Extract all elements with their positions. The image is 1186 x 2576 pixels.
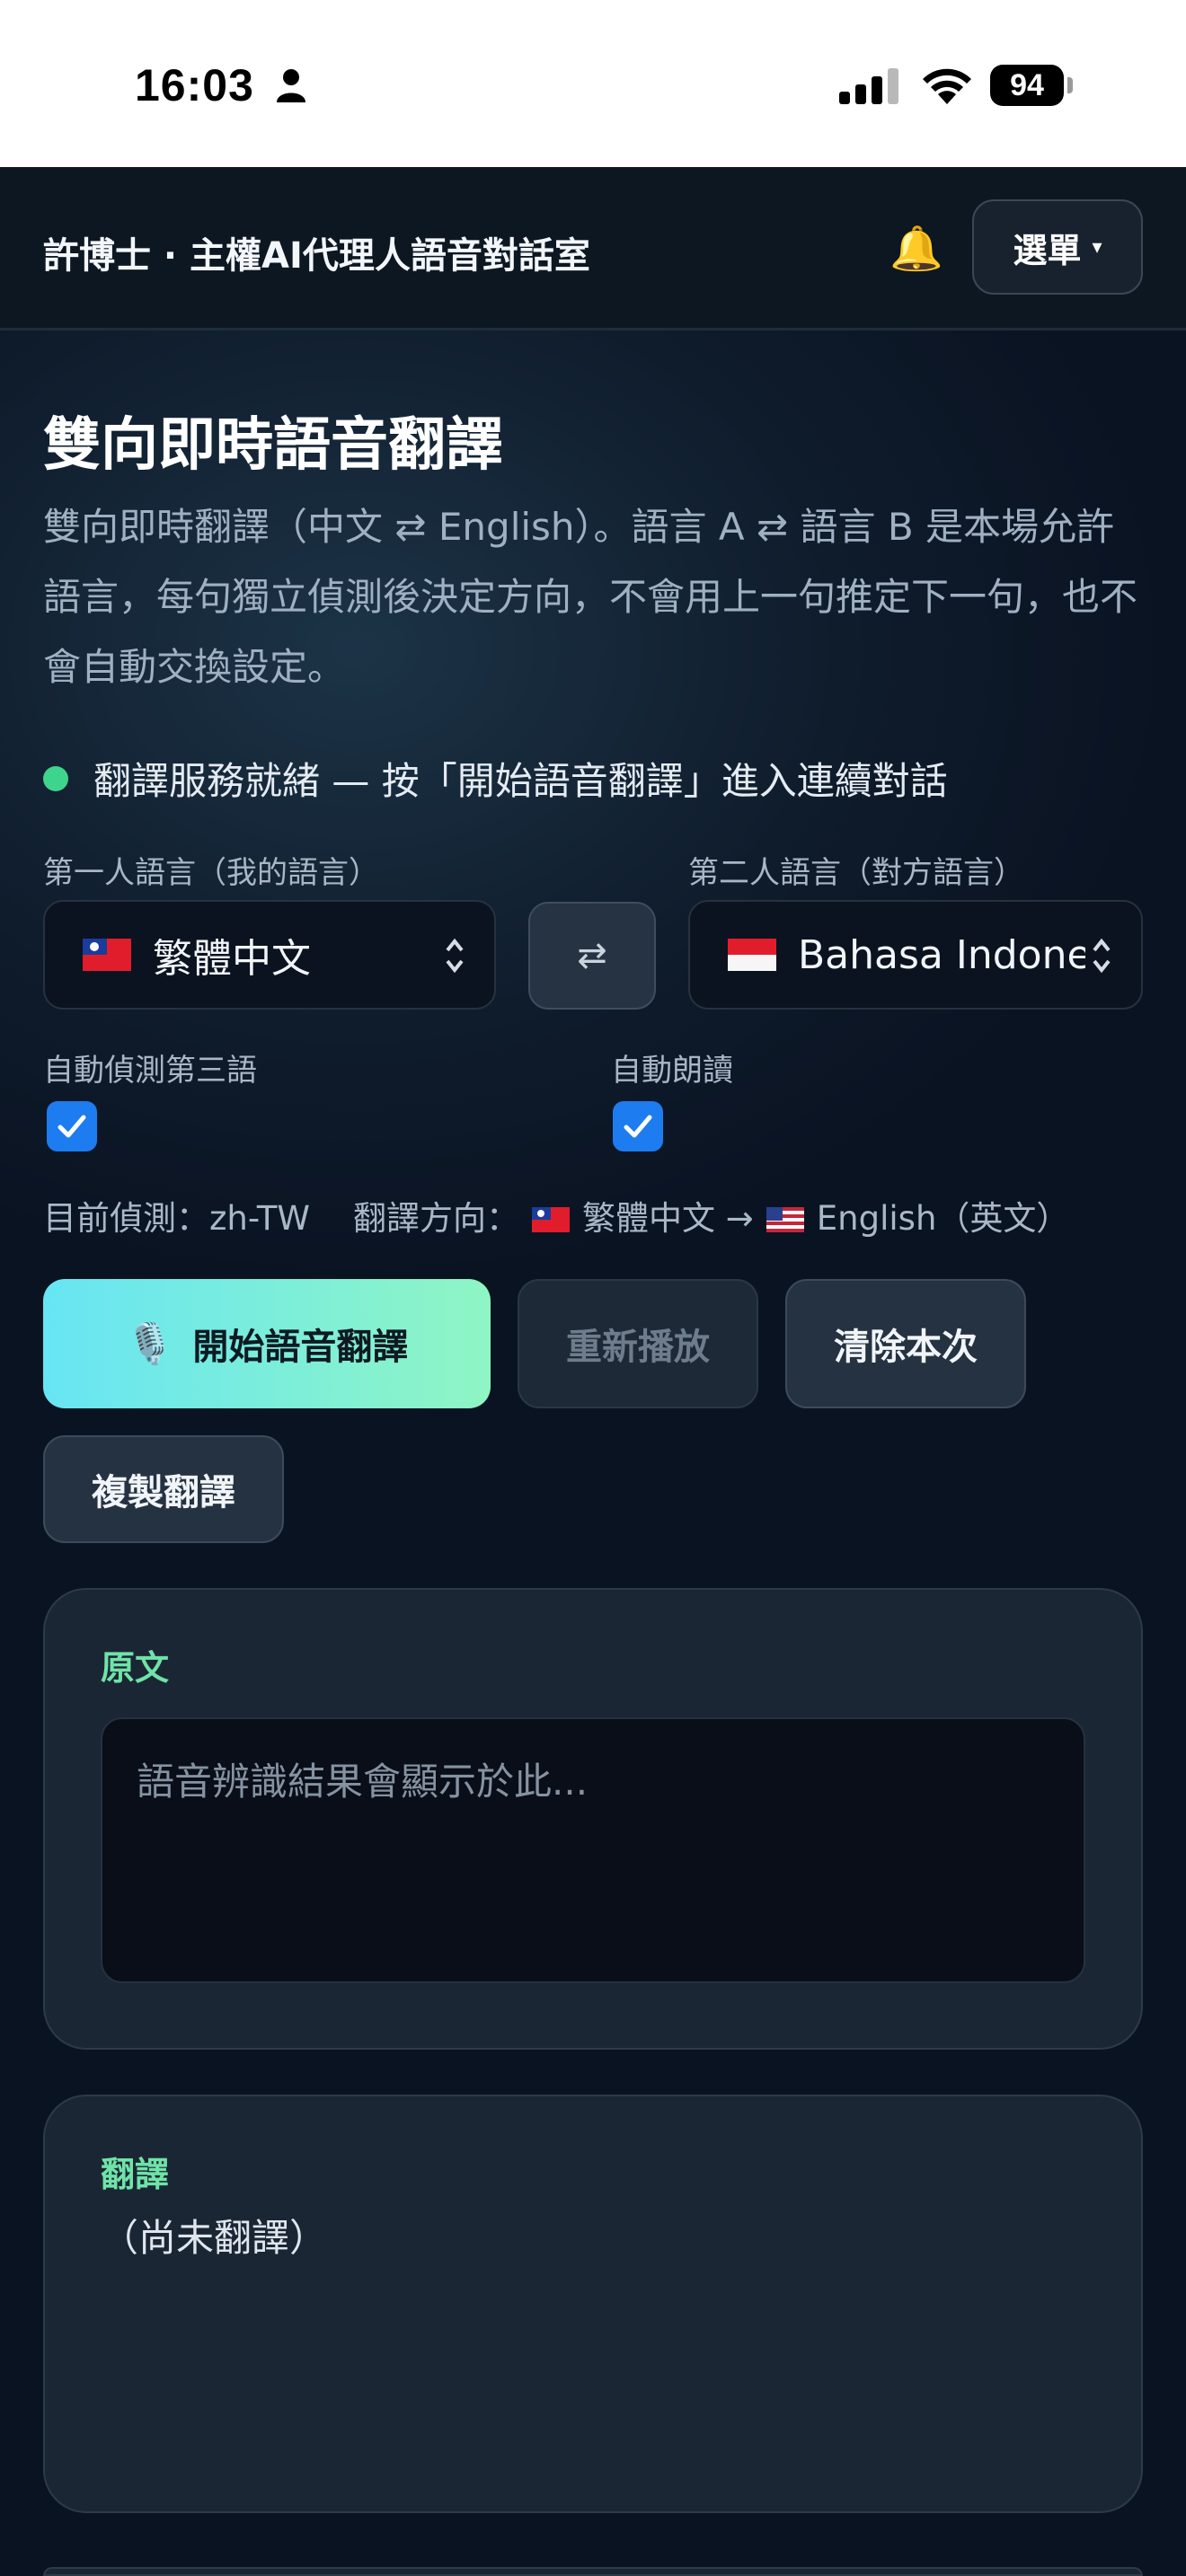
second-language-label: 第二人語言（對方語言） xyxy=(688,855,1024,891)
select-arrows-icon xyxy=(444,936,465,980)
auto-read-label: 自動朗讀 xyxy=(611,1053,733,1089)
source-card-label: 原文 xyxy=(101,1648,170,1688)
copy-translation-button[interactable]: 複製翻譯 xyxy=(43,1435,284,1543)
current-detection-value: zh-TW xyxy=(209,1199,311,1238)
direction-prefix: 翻譯方向： xyxy=(353,1199,520,1238)
next-card-partial xyxy=(43,2567,1143,2576)
cellular-signal-icon xyxy=(839,68,898,104)
clear-session-button[interactable]: 清除本次 xyxy=(785,1279,1026,1408)
caret-down-icon: ▾ xyxy=(1092,235,1102,259)
second-language-select[interactable]: Bahasa Indonesia xyxy=(688,900,1143,1010)
first-language-select[interactable]: 繁體中文 xyxy=(43,900,496,1010)
service-status-text: 翻譯服務就緒 — 按「開始語音翻譯」進入連續對話 xyxy=(93,759,948,803)
source-text-card: 原文 語音辨識結果會顯示於此... xyxy=(43,1588,1143,2050)
taiwan-flag-icon xyxy=(83,939,131,971)
translation-card: 翻譯 （尚未翻譯） xyxy=(43,2095,1143,2513)
app-header: 許博士 · 主權AI代理人語音對話室 🔔 選單 ▾ xyxy=(0,167,1186,331)
person-icon xyxy=(277,69,305,102)
translation-card-label: 翻譯 xyxy=(101,2155,170,2194)
indonesia-flag-icon xyxy=(728,939,776,971)
battery-tip xyxy=(1067,77,1073,93)
select-arrows-icon xyxy=(1091,936,1112,980)
clock: 16:03 xyxy=(135,60,254,110)
menu-button-label: 選單 xyxy=(1013,230,1082,270)
menu-button[interactable]: 選單 ▾ xyxy=(972,199,1143,295)
usa-flag-icon xyxy=(766,1207,804,1232)
start-button-label: 開始語音翻譯 xyxy=(192,1327,409,1368)
replay-button[interactable]: 重新播放 xyxy=(518,1279,758,1408)
second-language-value: Bahasa Indonesia xyxy=(798,931,1085,978)
arrow-right-icon: → xyxy=(725,1199,754,1238)
swap-languages-button[interactable]: ⇄ xyxy=(528,902,656,1010)
start-voice-translation-button[interactable]: 🎙️ 開始語音翻譯 xyxy=(43,1279,491,1408)
taiwan-flag-icon xyxy=(532,1207,571,1232)
direction-from: 繁體中文 xyxy=(582,1199,716,1238)
current-detection-prefix: 目前偵測： xyxy=(43,1199,209,1238)
wifi-icon xyxy=(923,68,971,104)
auto-read-checkbox[interactable] xyxy=(613,1101,663,1151)
source-text-box[interactable]: 語音辨識結果會顯示於此... xyxy=(101,1717,1085,1983)
battery-indicator: 94 xyxy=(990,65,1064,106)
first-language-label: 第一人語言（我的語言） xyxy=(43,855,379,891)
page-title: 雙向即時語音翻譯 xyxy=(43,412,503,479)
microphone-icon: 🎙️ xyxy=(125,1321,175,1367)
first-language-value: 繁體中文 xyxy=(153,936,311,982)
page-description: 雙向即時翻譯（中文 ⇄ English）。語言 A ⇄ 語言 B 是本場允許語言… xyxy=(43,505,1138,689)
status-dot-icon xyxy=(43,765,68,791)
header-title: 許博士 · 主權AI代理人語音對話室 xyxy=(43,235,590,277)
service-status: 翻譯服務就緒 — 按「開始語音翻譯」進入連續對話 xyxy=(43,751,948,806)
translation-text: （尚未翻譯） xyxy=(101,2216,328,2260)
auto-detect-checkbox[interactable] xyxy=(47,1101,97,1151)
direction-to: English（英文） xyxy=(816,1199,1070,1238)
detection-info: 目前偵測：zh-TW 翻譯方向： 繁體中文 → English（英文） xyxy=(43,1191,1069,1239)
bell-icon[interactable]: 🔔 xyxy=(890,223,943,274)
auto-detect-label: 自動偵測第三語 xyxy=(43,1053,257,1089)
app-root: 許博士 · 主權AI代理人語音對話室 🔔 選單 ▾ 雙向即時語音翻譯 雙向即時翻… xyxy=(0,167,1186,2576)
system-status-bar: 16:03 94 xyxy=(0,0,1186,167)
